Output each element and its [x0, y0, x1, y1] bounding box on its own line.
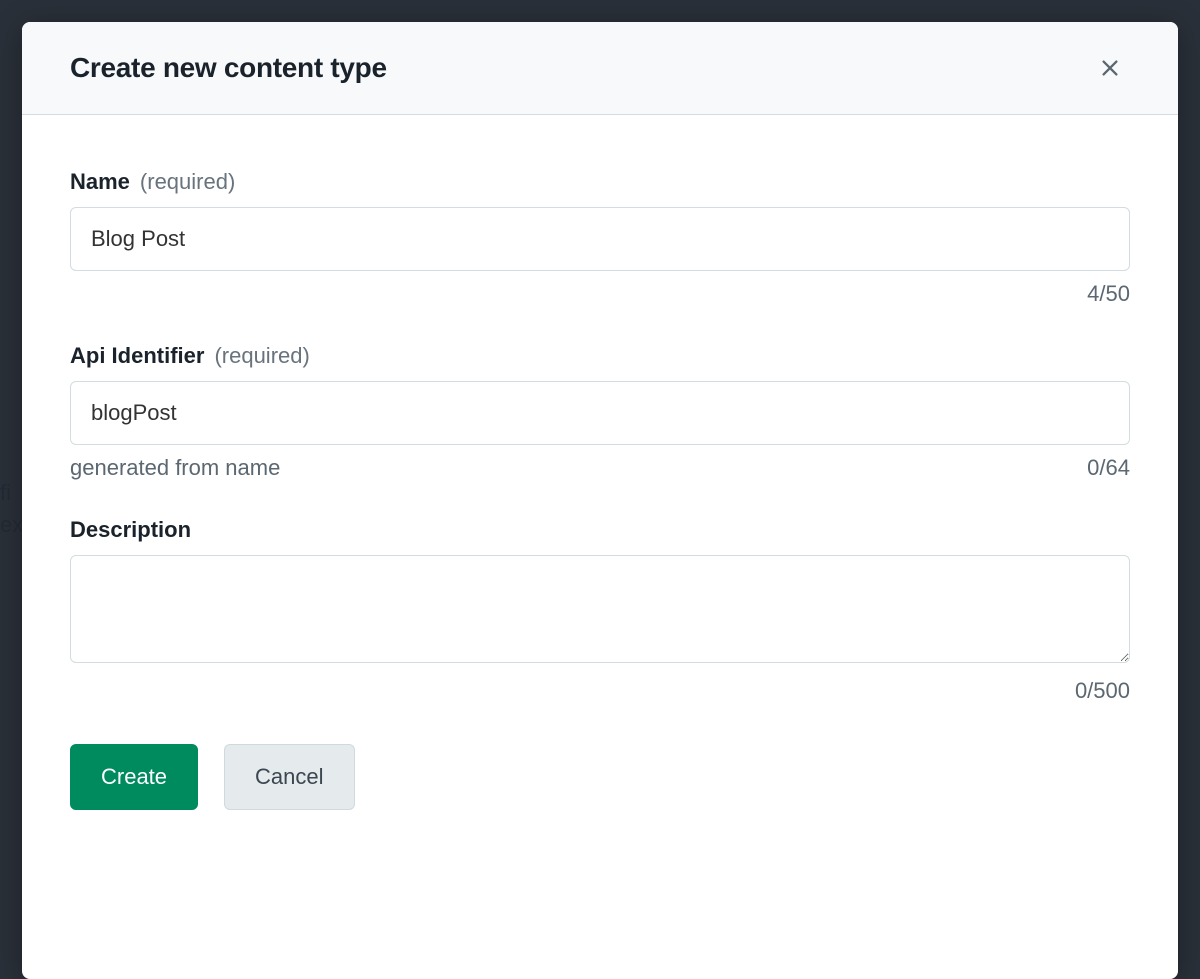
modal-title: Create new content type [70, 52, 387, 84]
description-counter: 0/500 [1075, 678, 1130, 704]
name-counter: 4/50 [1087, 281, 1130, 307]
api-identifier-label-row: Api Identifier (required) [70, 343, 1130, 369]
name-label-row: Name (required) [70, 169, 1130, 195]
name-input[interactable] [70, 207, 1130, 271]
description-counter-row: 0/500 [70, 678, 1130, 704]
close-icon [1099, 57, 1121, 79]
background-text: ex [0, 512, 23, 538]
api-identifier-field-group: Api Identifier (required) generated from… [70, 343, 1130, 481]
name-field-group: Name (required) 4/50 [70, 169, 1130, 307]
name-required: (required) [140, 169, 235, 195]
close-button[interactable] [1090, 48, 1130, 88]
api-identifier-helper: generated from name [70, 455, 280, 481]
background-text: fi [0, 480, 11, 506]
create-content-type-modal: Create new content type Name (required) … [22, 22, 1178, 979]
create-button[interactable]: Create [70, 744, 198, 810]
api-identifier-input[interactable] [70, 381, 1130, 445]
description-input[interactable] [70, 555, 1130, 663]
cancel-button[interactable]: Cancel [224, 744, 354, 810]
api-identifier-label: Api Identifier [70, 343, 204, 369]
api-identifier-required: (required) [214, 343, 309, 369]
description-label-row: Description [70, 517, 1130, 543]
description-label: Description [70, 517, 191, 543]
api-identifier-counter: 0/64 [1087, 455, 1130, 481]
description-field-group: Description 0/500 [70, 517, 1130, 704]
modal-header: Create new content type [22, 22, 1178, 115]
api-identifier-sub-row: generated from name 0/64 [70, 455, 1130, 481]
name-counter-row: 4/50 [70, 281, 1130, 307]
name-label: Name [70, 169, 130, 195]
modal-body: Name (required) 4/50 Api Identifier (req… [22, 115, 1178, 979]
modal-actions: Create Cancel [70, 744, 1130, 810]
